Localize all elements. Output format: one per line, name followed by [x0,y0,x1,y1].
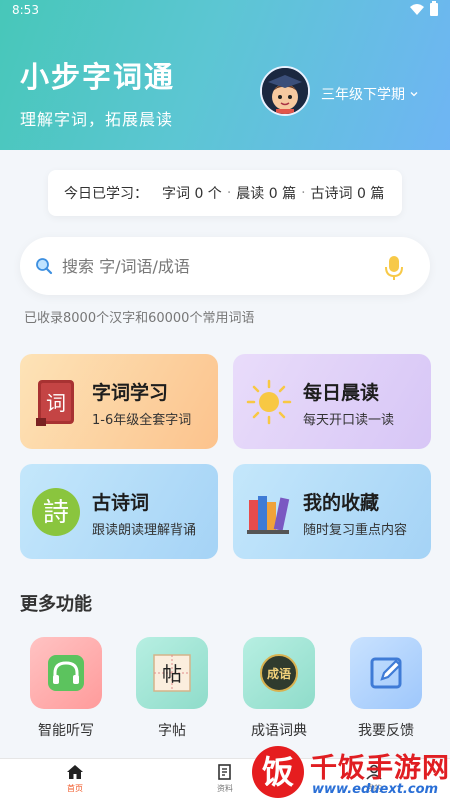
tab-home[interactable]: 首页 [35,764,115,794]
tile-title: 字词学习 [92,382,169,404]
status-bar: 8:53 [0,0,450,22]
battery-icon [430,1,438,16]
grade-label: 三年级下学期 [321,87,405,103]
status-time: 8:53 [12,3,39,17]
copybook-icon: 帖 [153,654,191,692]
search-bar[interactable] [20,237,430,295]
tile-ancient-poems[interactable]: 詩 古诗词 跟读朗读理解背诵 [20,464,218,559]
copybook-icon-char: 帖 [162,662,182,686]
feature-idiom-dictionary[interactable]: 成语 成语词典 [234,637,324,740]
feature-feedback[interactable]: 我要反馈 [341,637,431,740]
app-title: 小步字词通 [20,60,176,94]
tile-my-favorites[interactable]: 我的收藏 随时复习重点内容 [233,464,431,559]
tile-subtitle: 跟读朗读理解背诵 [92,523,197,538]
tile-title: 我的收藏 [303,492,380,514]
today-stats-card: 今日已学习： 字词 0 个 · 晨读 0 篇 · 古诗词 0 篇 [48,170,402,216]
app-subtitle: 理解字词，拓展晨读 [20,110,174,129]
sun-icon [246,379,292,425]
feature-copybook[interactable]: 帖 字帖 [127,637,217,740]
avatar-icon [262,68,308,114]
today-stats-label: 今日已学习： [64,186,148,202]
microphone-icon[interactable] [384,255,404,281]
tile-title: 古诗词 [92,492,150,514]
book-icon: 词 [36,380,74,426]
poem-icon: 詩 [32,488,80,536]
today-reading-count: 晨读 0 篇 [236,186,297,202]
search-input[interactable] [62,251,372,281]
today-words-count: 字词 0 个 [162,186,222,202]
idiom-icon-char: 成语 [267,666,291,681]
watermark-logo: 饭 千饭手游网 www.eduext.com [252,740,450,800]
idiom-icon: 成语 [260,654,298,692]
header-banner: 8:53 小步字词通 理解字词，拓展晨读 三年级下学期 [0,0,450,150]
feature-label: 字帖 [158,723,186,739]
edit-icon [370,657,402,689]
grade-selector[interactable]: 三年级下学期 [321,84,419,104]
more-features-title: 更多功能 [20,594,92,615]
tab-label: 首页 [67,784,83,793]
avatar[interactable] [260,66,310,116]
headphones-icon [48,655,84,691]
tile-subtitle: 每天开口读一读 [303,413,395,428]
feature-label: 成语词典 [251,723,307,739]
wifi-icon [410,4,424,15]
watermark-title: 千饭手游网 [310,753,450,784]
poem-icon-char: 詩 [43,498,69,528]
document-icon [218,764,231,780]
tile-title: 每日晨读 [303,382,380,404]
search-icon [36,258,53,275]
feature-label: 智能听写 [38,723,94,739]
tile-subtitle: 随时复习重点内容 [303,523,408,538]
feature-smart-dictation[interactable]: 智能听写 [21,637,111,740]
home-icon [67,765,83,779]
tab-label: 资料 [217,784,233,793]
watermark-badge: 饭 [252,746,304,798]
book-icon-char: 词 [46,391,66,415]
tile-word-study[interactable]: 词 字词学习 1-6年级全套字词 [20,354,218,449]
feature-label: 我要反馈 [358,723,414,739]
books-icon [247,496,290,534]
tile-subtitle: 1-6年级全套字词 [92,413,192,428]
library-stats-note: 已收录8000个汉字和60000个常用词语 [24,311,255,326]
chevron-down-icon [410,92,418,97]
watermark-url: www.eduext.com [312,782,439,797]
tile-morning-reading[interactable]: 每日晨读 每天开口读一读 [233,354,431,449]
today-poems-count: 古诗词 0 篇 [310,186,385,202]
